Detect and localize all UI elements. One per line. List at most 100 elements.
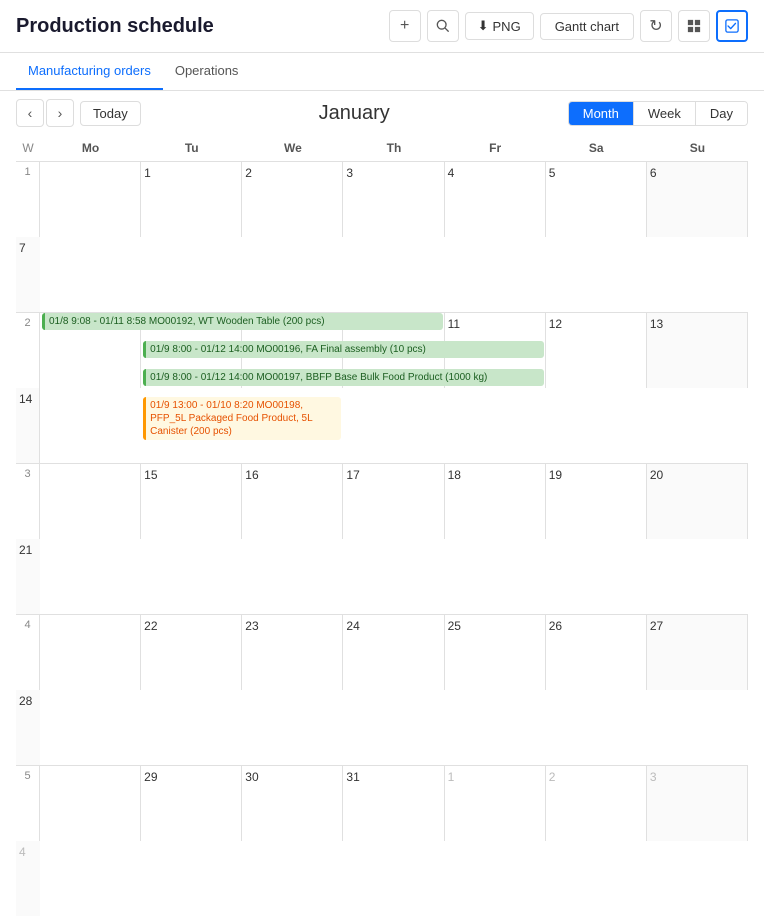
day-number: 1 <box>144 166 238 180</box>
calendar-day-cell[interactable] <box>40 615 141 690</box>
calendar-week-row: 11234567 <box>16 162 748 313</box>
calendar-day-cell[interactable]: 13 <box>647 313 748 388</box>
calendar-day-cell[interactable]: 25 <box>445 615 546 690</box>
calendar-event[interactable]: 01/9 13:00 - 01/10 8:20 MO00198, PFP_5L … <box>143 397 341 440</box>
calendar-day-cell[interactable]: 23 <box>242 615 343 690</box>
header-we: We <box>242 135 343 161</box>
day-number: 13 <box>650 317 744 331</box>
calendar-day-cell[interactable]: 22 <box>141 615 242 690</box>
today-button[interactable]: Today <box>80 101 141 126</box>
calendar-day-cell[interactable]: 11 <box>445 313 546 388</box>
day-number: 8 <box>144 317 238 331</box>
calendar-day-cell[interactable]: 7 <box>16 237 40 312</box>
export-png-button[interactable]: ⬇ PNG <box>465 12 534 40</box>
day-number: 21 <box>19 543 37 557</box>
calendar-day-cell[interactable]: 20 <box>647 464 748 539</box>
calendar-day-cell[interactable]: 6 <box>647 162 748 237</box>
day-number: 28 <box>19 694 37 708</box>
day-number: 11 <box>448 317 542 331</box>
day-number: 4 <box>448 166 542 180</box>
calendar-day-cell[interactable]: 1 <box>141 162 242 237</box>
calendar-week-row: 422232425262728 <box>16 615 748 766</box>
checkbox-button[interactable] <box>716 10 748 42</box>
calendar-day-cell[interactable] <box>40 464 141 539</box>
calendar-day-cell[interactable]: 4 <box>445 162 546 237</box>
calendar-day-cell[interactable]: 14 <box>16 388 40 463</box>
calendar-day-cell[interactable]: 29 <box>141 766 242 841</box>
calendar-day-cell[interactable]: 4 <box>16 841 40 916</box>
calendar-day-cell[interactable]: 3 <box>343 162 444 237</box>
day-number: 2 <box>245 166 339 180</box>
calendar-week-row: 289101112131401/8 9:08 - 01/11 8:58 MO00… <box>16 313 748 464</box>
calendar-day-cell[interactable]: 27 <box>647 615 748 690</box>
day-number: 26 <box>549 619 643 633</box>
calendar-header: W Mo Tu We Th Fr Sa Su <box>16 135 748 162</box>
refresh-button[interactable]: ↻ <box>640 10 672 42</box>
calendar-day-cell[interactable]: 18 <box>445 464 546 539</box>
header-sa: Sa <box>546 135 647 161</box>
next-button[interactable]: › <box>46 99 74 127</box>
calendar-day-cell[interactable]: 28 <box>16 690 40 765</box>
calendar-day-cell[interactable]: 17 <box>343 464 444 539</box>
calendar-day-cell[interactable]: 24 <box>343 615 444 690</box>
day-number: 25 <box>448 619 542 633</box>
search-icon <box>436 19 450 33</box>
header-tu: Tu <box>141 135 242 161</box>
calendar-day-cell[interactable]: 2 <box>242 162 343 237</box>
table-view-button[interactable] <box>678 10 710 42</box>
calendar-day-cell[interactable]: 3 <box>647 766 748 841</box>
calendar-day-cell[interactable]: 30 <box>242 766 343 841</box>
header-th: Th <box>343 135 444 161</box>
calendar-day-cell[interactable]: 10 <box>343 313 444 388</box>
day-number: 23 <box>245 619 339 633</box>
day-number: 9 <box>245 317 339 331</box>
day-number: 17 <box>346 468 440 482</box>
day-number: 7 <box>19 241 37 255</box>
calendar-day-cell[interactable]: 16 <box>242 464 343 539</box>
calendar-day-cell[interactable]: 2 <box>546 766 647 841</box>
calendar-day-cell[interactable]: 26 <box>546 615 647 690</box>
calendar-day-cell[interactable] <box>40 766 141 841</box>
day-number: 15 <box>144 468 238 482</box>
tab-manufacturing-orders[interactable]: Manufacturing orders <box>16 53 163 90</box>
view-week-button[interactable]: Week <box>634 102 696 125</box>
search-button[interactable] <box>427 10 459 42</box>
check-icon <box>725 19 739 33</box>
table-icon <box>687 19 701 33</box>
day-number: 30 <box>245 770 339 784</box>
calendar-day-cell[interactable]: 9 <box>242 313 343 388</box>
calendar-day-cell[interactable] <box>40 162 141 237</box>
day-number: 3 <box>650 770 744 784</box>
calendar-day-cell[interactable]: 19 <box>546 464 647 539</box>
day-number: 1 <box>448 770 542 784</box>
day-number: 12 <box>549 317 643 331</box>
day-number: 29 <box>144 770 238 784</box>
calendar-day-cell[interactable] <box>40 313 141 388</box>
calendar-day-cell[interactable]: 5 <box>546 162 647 237</box>
gantt-chart-button[interactable]: Gantt chart <box>540 13 634 40</box>
day-number: 18 <box>448 468 542 482</box>
calendar-day-cell[interactable]: 1 <box>445 766 546 841</box>
header-fr: Fr <box>445 135 546 161</box>
calendar-day-cell[interactable]: 31 <box>343 766 444 841</box>
calendar-day-cell[interactable]: 12 <box>546 313 647 388</box>
add-button[interactable]: + <box>389 10 421 42</box>
header-su: Su <box>647 135 748 161</box>
day-number: 10 <box>346 317 440 331</box>
week-number: 1 <box>16 162 40 237</box>
view-month-button[interactable]: Month <box>569 102 634 125</box>
calendar-day-cell[interactable]: 8 <box>141 313 242 388</box>
day-number: 6 <box>650 166 744 180</box>
view-day-button[interactable]: Day <box>696 102 747 125</box>
day-number: 19 <box>549 468 643 482</box>
prev-button[interactable]: ‹ <box>16 99 44 127</box>
day-number: 16 <box>245 468 339 482</box>
header-mo: Mo <box>40 135 141 161</box>
day-number: 22 <box>144 619 238 633</box>
calendar-day-cell[interactable]: 21 <box>16 539 40 614</box>
day-number: 2 <box>549 770 643 784</box>
calendar-day-cell[interactable]: 15 <box>141 464 242 539</box>
calendar-grid-container: W Mo Tu We Th Fr Sa Su 11234567289101112… <box>0 135 764 916</box>
tab-operations[interactable]: Operations <box>163 53 251 90</box>
day-number: 4 <box>19 845 37 859</box>
